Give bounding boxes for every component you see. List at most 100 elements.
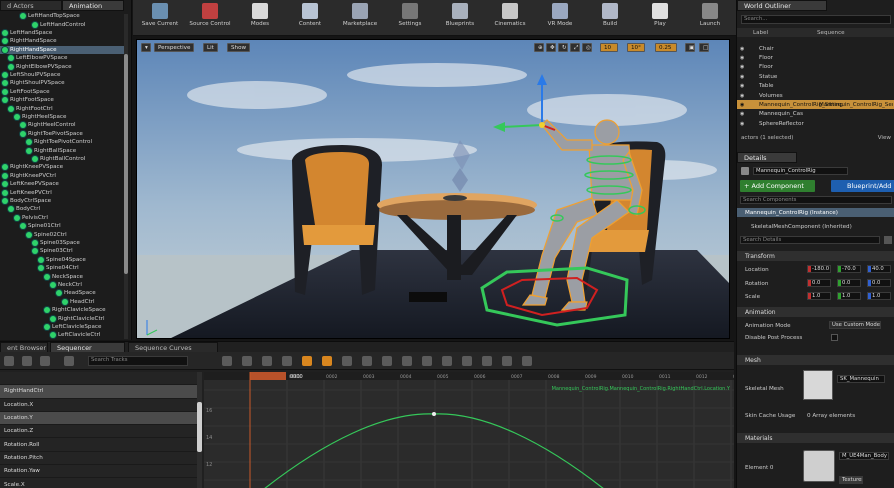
rotation-snap-value[interactable]: 10° [627,43,645,52]
rig-control-item[interactable]: LeftKneePVCtrl [0,188,124,196]
save-button[interactable]: Save Current [137,2,183,34]
outliner-row[interactable]: ◉ Chair [737,44,894,53]
cinematics-button[interactable]: Cinematics [487,2,533,34]
animation-mode-dropdown[interactable]: Use Custom Mode [829,321,881,329]
transform-icon[interactable] [342,356,352,366]
marketplace-button[interactable]: Marketplace [337,2,383,34]
rotation-z-field[interactable]: 0.0 [867,279,891,287]
filter-curve-icon[interactable] [522,356,532,366]
animation-section[interactable]: Animation [737,307,894,317]
source-control-button[interactable]: Source Control [187,2,233,34]
rig-control-item[interactable]: RightBallSpace [0,146,124,154]
outliner-row[interactable]: ◉ Floor [737,63,894,72]
disable-post-process-checkbox[interactable] [831,334,838,341]
grid-snap-value[interactable]: 10 [600,43,618,52]
tab-actors[interactable]: d Actors [0,0,62,11]
tab-animation[interactable]: Animation [62,0,124,11]
visibility-eye-icon[interactable]: ◉ [740,83,744,89]
constant-icon[interactable] [442,356,452,366]
outliner-col-label[interactable]: Label [753,30,768,36]
scale-z-field[interactable]: 1.0 [867,292,891,300]
materials-section[interactable]: Materials [737,433,894,443]
rotation-x-field[interactable]: 0.0 [807,279,831,287]
rig-control-item[interactable]: RightElbowPVSpace [0,62,124,70]
visibility-eye-icon[interactable]: ◉ [740,121,744,127]
rig-control-item[interactable]: RightHeelControl [0,121,124,129]
rig-control-item[interactable]: RightToePivotSpace [0,130,124,138]
track-row[interactable]: Rotation.Yaw [0,465,197,479]
property-matrix-icon[interactable] [884,236,892,244]
rig-control-item[interactable]: LeftShoulPVSpace [0,71,124,79]
rotate-mode-icon[interactable]: ↻ [558,43,568,52]
outliner-row[interactable]: ◉ Statue [737,72,894,81]
select-tool-icon[interactable] [222,356,232,366]
modes-button[interactable]: Modes [237,2,283,34]
rig-control-item[interactable]: Spine03Ctrl [0,247,124,255]
track-list-scrollbar[interactable] [197,372,202,488]
rig-control-item[interactable]: RightFootSpace [0,96,124,104]
rig-control-item[interactable]: NeckSpace [0,272,124,280]
curve-graph[interactable]: 0000000100020003000400050006000700080009… [204,372,734,488]
auto-tangent-icon[interactable] [402,356,412,366]
scale-x-field[interactable]: 1.0 [807,292,831,300]
skeletal-mesh-thumbnail[interactable] [803,370,833,400]
rig-control-item[interactable]: LeftElbowPVSpace [0,54,124,62]
scale-snap-value[interactable]: 0.25 [655,43,677,52]
frame-icon[interactable] [262,356,272,366]
textures-button[interactable]: Textures [839,476,863,484]
linear-icon[interactable] [422,356,432,366]
add-component-button[interactable]: + Add Component [740,180,815,192]
track-row[interactable]: RightHandCtrl [0,385,197,399]
rig-control-item[interactable]: RightToePivotControl [0,138,124,146]
rig-control-item[interactable]: LeftClavicleCtrl [0,331,124,339]
settings-button[interactable]: Settings [387,2,433,34]
visibility-eye-icon[interactable]: ◉ [740,64,744,70]
visibility-eye-icon[interactable]: ◉ [740,46,744,52]
maximize-viewport-icon[interactable]: □ [699,43,709,52]
curve-editor[interactable]: 0000000100020003000400050006000700080009… [204,372,734,488]
level-viewport[interactable]: ▾ Perspective Lit Show ⊕ ✥ ↻ ⤢ ◎ 10 10° … [136,39,730,339]
show-button[interactable]: Show [227,43,251,52]
component-child-row[interactable]: SkeletalMeshComponent (Inherited) [737,222,894,231]
flatten-icon[interactable] [362,356,372,366]
rig-control-item[interactable]: HeadSpace [0,289,124,297]
track-row[interactable]: Location.X [0,399,197,412]
camera-speed-icon[interactable]: ▣ [685,43,695,52]
outliner-search-input[interactable]: Search... [741,15,891,24]
actor-name-field[interactable]: Mannequin_ControlRig [753,167,848,175]
curve-mode-icon[interactable] [302,356,312,366]
rig-control-item[interactable]: Spine04Ctrl [0,264,124,272]
visibility-eye-icon[interactable]: ◉ [740,55,744,61]
rotation-y-field[interactable]: 0.0 [837,279,861,287]
location-x-field[interactable]: -180.0 [807,265,831,273]
component-search-input[interactable]: Search Components [740,196,892,204]
rig-control-item[interactable]: RightClavicleCtrl [0,314,124,322]
fit-icon[interactable] [282,356,292,366]
curve-key[interactable] [432,412,436,416]
rig-control-item[interactable]: BodyCtrl [0,205,124,213]
rig-control-item[interactable]: LeftHandTopSpace [0,12,124,20]
outliner-row[interactable]: ◉ Mannequin_Cas [737,110,894,119]
viewport-scene[interactable] [137,40,730,339]
skeletal-mesh-dropdown[interactable]: SK_Mannequin [837,375,885,383]
rig-control-item[interactable]: LeftFootSpace [0,88,124,96]
rig-control-item[interactable]: Spine03Space [0,239,124,247]
scale-y-field[interactable]: 1.0 [837,292,861,300]
visibility-eye-icon[interactable]: ◉ [740,102,744,108]
move-mode-icon[interactable]: ✥ [546,43,556,52]
straighten-icon[interactable] [382,356,392,366]
details-search-input[interactable]: Search Details [740,236,880,244]
rig-control-item[interactable]: PelvisCtrl [0,214,124,222]
component-root-row[interactable]: Mannequin_ControlRig (Instance) [737,208,894,217]
outliner-row[interactable]: ◉ Table [737,82,894,91]
build-button[interactable]: Build [587,2,633,34]
rig-control-item[interactable]: RightShoulPVSpace [0,79,124,87]
mesh-section[interactable]: Mesh [737,355,894,365]
rig-control-item[interactable]: Spine04Space [0,256,124,264]
outliner-row[interactable]: ◉ SphereReflector [737,119,894,128]
viewport-menu-button[interactable]: ▾ [141,43,151,52]
outliner-row[interactable]: ◉ Floor [737,53,894,62]
hierarchy-scrollbar[interactable] [124,14,128,339]
location-y-field[interactable]: -70.0 [837,265,861,273]
track-search-input[interactable]: Search Tracks [88,356,188,366]
